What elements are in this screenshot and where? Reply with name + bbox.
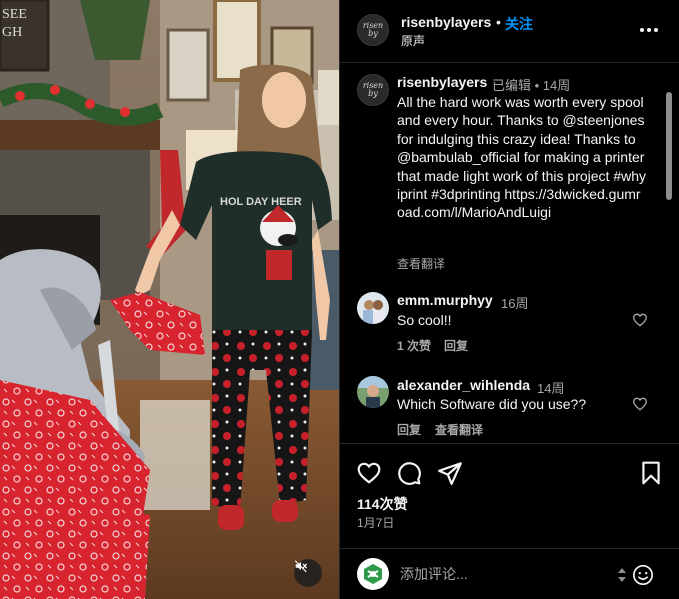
more-options-button[interactable]: [636, 18, 662, 38]
post-date[interactable]: 1月7日: [357, 514, 394, 531]
comment-like-heart-icon[interactable]: [632, 396, 648, 412]
comment-likes-count[interactable]: 1 次赞: [397, 337, 431, 354]
comment-bubble-icon[interactable]: [396, 460, 422, 486]
comment-time: 16周: [501, 296, 529, 311]
comment-avatar[interactable]: [357, 292, 389, 324]
current-user-avatar[interactable]: [357, 558, 389, 590]
post-actions-bar: 114次赞 1月7日: [340, 443, 679, 543]
heart-icon[interactable]: [356, 460, 382, 486]
paper-plane-icon[interactable]: [437, 460, 463, 486]
svg-text:SEE: SEE: [2, 7, 27, 22]
comment-like-heart-icon[interactable]: [632, 312, 648, 328]
speaker-muted-icon: [294, 560, 307, 573]
comment-translate-link[interactable]: 查看翻译: [435, 421, 483, 438]
caption-username[interactable]: risenbylayers: [397, 74, 487, 90]
comment-avatar[interactable]: [357, 376, 389, 408]
svg-text:HOL DAY HEER: HOL DAY HEER: [220, 196, 302, 208]
comment-text: Which Software did you use??: [397, 396, 587, 412]
comment-time: 14周: [537, 381, 565, 396]
caption-avatar-logo: risen by: [362, 81, 384, 98]
post-media[interactable]: SEE GH HOL DAY HEER: [0, 0, 339, 599]
caption-text: All the hard work was worth every spool …: [397, 94, 649, 221]
comment-composer: [340, 548, 679, 599]
caption-author-avatar[interactable]: risen by: [357, 74, 389, 106]
follow-button[interactable]: 关注: [505, 14, 533, 34]
user-photo: [357, 376, 389, 408]
post-header: risen by risenbylayers • 关注 原声: [340, 0, 679, 63]
user-photo: [357, 292, 389, 324]
caption-meta: 已编辑 • 14周: [492, 78, 571, 93]
separator-dot: •: [496, 14, 501, 30]
original-audio-link[interactable]: 原声: [401, 32, 425, 49]
comment-reply-button[interactable]: 回复: [397, 421, 421, 438]
resize-arrows-icon[interactable]: [616, 566, 628, 584]
likes-count[interactable]: 114次赞: [357, 494, 408, 514]
bookmark-icon[interactable]: [638, 460, 664, 486]
comment-username[interactable]: alexander_wihlenda: [397, 377, 530, 393]
post-photo: SEE GH HOL DAY HEER: [0, 0, 339, 599]
post-detail-panel: risen by risenbylayers • 关注 原声 risen by …: [339, 0, 679, 599]
comment-input[interactable]: [400, 563, 610, 585]
author-avatar[interactable]: risen by: [357, 14, 389, 46]
more-dots-icon: [639, 19, 660, 37]
user-logo: [364, 564, 382, 584]
smiley-icon[interactable]: [632, 564, 654, 586]
svg-text:GH: GH: [2, 25, 22, 40]
comment-username[interactable]: emm.murphyy: [397, 292, 493, 308]
mute-button[interactable]: [294, 559, 322, 587]
comment-reply-button[interactable]: 回复: [444, 337, 468, 354]
caption-translate-link[interactable]: 查看翻译: [397, 255, 445, 272]
comments-scroll-area[interactable]: risen by risenbylayers 已编辑 • 14周 All the…: [340, 64, 679, 443]
author-avatar-logo: risen by: [362, 21, 384, 38]
comments-scrollbar[interactable]: [666, 92, 672, 200]
author-username[interactable]: risenbylayers: [401, 14, 491, 30]
comment-text: So cool!!: [397, 312, 452, 328]
